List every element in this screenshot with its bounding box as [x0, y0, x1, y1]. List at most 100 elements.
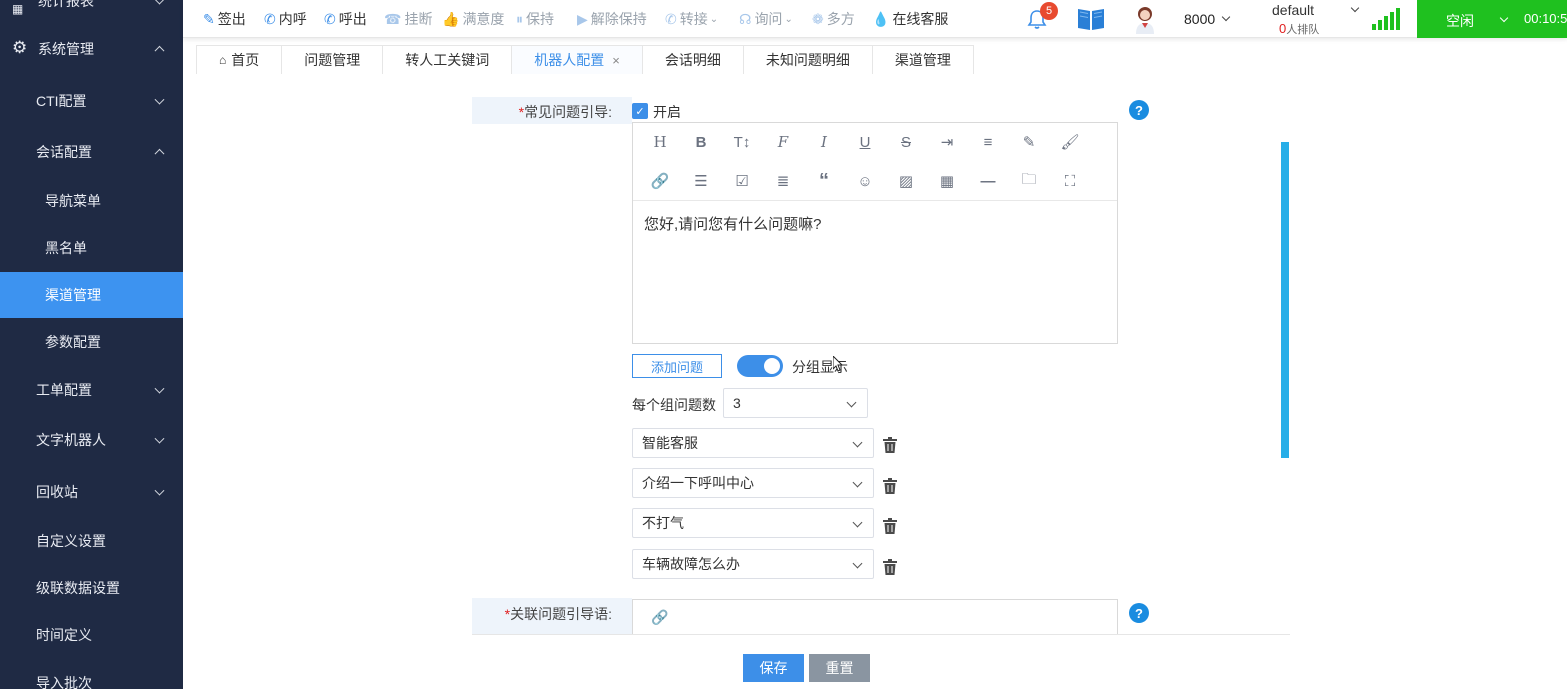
- chevron-up-icon: [154, 45, 165, 56]
- sidebar-item-channel[interactable]: 渠道管理: [0, 272, 183, 318]
- sidebar-item-label: 文字机器人: [36, 432, 106, 448]
- tab-robot-config[interactable]: 机器人配置 ×: [511, 45, 643, 74]
- enable-checkbox[interactable]: ✓: [632, 103, 648, 119]
- italic-icon[interactable]: I: [812, 130, 836, 154]
- emoji-icon[interactable]: ☺: [853, 169, 877, 193]
- phone-icon: ✆: [264, 10, 276, 27]
- tab-channel-manage[interactable]: 渠道管理: [871, 45, 974, 74]
- tab-session-detail[interactable]: 会话明细: [641, 45, 744, 74]
- group-display-switch[interactable]: [737, 355, 783, 377]
- reset-button[interactable]: 重置: [809, 654, 870, 682]
- list-icon[interactable]: ☰: [689, 169, 713, 193]
- consult-button[interactable]: ☊ 询问 ⌄: [739, 10, 793, 28]
- editor-content[interactable]: 您好,请问您有什么问题嘛?: [644, 213, 822, 234]
- sidebar-item-text-robot[interactable]: 文字机器人: [0, 417, 183, 463]
- tab-home[interactable]: ⌂ 首页: [196, 45, 283, 74]
- chevron-down-icon: [154, 485, 165, 496]
- mouse-cursor-icon: [833, 356, 843, 372]
- heading-icon[interactable]: H: [648, 130, 672, 154]
- sidebar-item-custom[interactable]: 自定义设置: [0, 518, 183, 564]
- per-group-select[interactable]: 3: [723, 388, 868, 418]
- unhold-button[interactable]: ▶ 解除保持: [577, 10, 647, 28]
- agent-status-select[interactable]: 空闲 00:10:5: [1417, 0, 1567, 38]
- online-service-button[interactable]: 💧 在线客服: [872, 10, 948, 28]
- table-icon[interactable]: ▦: [935, 169, 959, 193]
- related-guide-editor[interactable]: 🔗: [632, 599, 1118, 635]
- save-button[interactable]: 保存: [743, 654, 804, 682]
- help-icon[interactable]: ?: [1129, 603, 1149, 623]
- sidebar-item-cti[interactable]: CTI配置: [0, 78, 183, 124]
- sign-out-button[interactable]: ✎ 签出: [203, 10, 246, 28]
- sidebar-item-label: 自定义设置: [36, 533, 106, 549]
- divider-icon[interactable]: —: [976, 169, 1000, 193]
- tab-question-manage[interactable]: 问题管理: [281, 45, 384, 74]
- help-icon[interactable]: ?: [1129, 100, 1149, 120]
- sidebar-item-cascade[interactable]: 级联数据设置: [0, 565, 183, 611]
- transfer-button[interactable]: ✆ 转接 ⌄: [665, 10, 718, 28]
- chevron-down-icon: [154, 433, 165, 444]
- font-color-icon[interactable]: ✎: [1017, 130, 1041, 154]
- sidebar-item-blacklist[interactable]: 黑名单: [0, 225, 183, 271]
- line-height-icon[interactable]: ≡: [976, 130, 1000, 154]
- link-icon[interactable]: 🔗: [648, 169, 672, 193]
- sidebar-item-label: 黑名单: [45, 240, 87, 256]
- hold-button[interactable]: ⏸ 保持: [516, 10, 554, 28]
- strikethrough-icon[interactable]: S: [894, 130, 918, 154]
- home-icon: ⌂: [219, 53, 227, 67]
- question-select[interactable]: 不打气: [632, 508, 874, 538]
- align-icon[interactable]: ≣: [771, 169, 795, 193]
- bold-icon[interactable]: B: [689, 130, 713, 154]
- hangup-icon: ☎: [384, 10, 402, 27]
- call-timer: 00:10:5: [1524, 11, 1567, 26]
- link-icon[interactable]: 🔗: [651, 609, 668, 626]
- fullscreen-icon[interactable]: ⛶: [1058, 169, 1082, 193]
- thumbs-up-icon: 👍: [442, 10, 460, 27]
- trash-icon[interactable]: [883, 478, 897, 494]
- sidebar-item-params[interactable]: 参数配置: [0, 319, 183, 365]
- group-icon: ❁: [812, 10, 824, 27]
- question-select[interactable]: 介绍一下呼叫中心: [632, 468, 874, 498]
- add-question-button[interactable]: 添加问题: [632, 354, 722, 378]
- sidebar-item-label: 会话配置: [36, 144, 92, 160]
- trash-icon[interactable]: [883, 559, 897, 575]
- quote-icon[interactable]: “: [812, 169, 836, 193]
- top-toolbar: ✎ 签出 ✆ 内呼 ✆ 呼出 ☎ 挂断 👍 满意度 ⏸ 保持 ▶ 解除保持 ✆ 转接 ⌄ ☊ 询问 ⌄…: [183, 0, 1567, 38]
- todo-icon[interactable]: ☑: [730, 169, 754, 193]
- sidebar-item-recycle[interactable]: 回收站: [0, 469, 183, 515]
- chevron-down-icon: [852, 477, 863, 488]
- notification-badge: 5: [1040, 2, 1058, 20]
- sidebar-item-system[interactable]: ⚙ 系统管理: [0, 26, 183, 72]
- sidebar-item-import[interactable]: 导入批次: [0, 660, 183, 689]
- trash-icon[interactable]: [883, 437, 897, 453]
- scrollbar[interactable]: [1281, 142, 1289, 458]
- internal-call-button[interactable]: ✆ 内呼: [264, 10, 307, 28]
- avatar[interactable]: [1133, 4, 1157, 34]
- sidebar-item-label: 系统管理: [38, 41, 94, 57]
- question-select[interactable]: 车辆故障怎么办: [632, 549, 874, 579]
- outbound-call-button[interactable]: ✆ 呼出: [324, 10, 367, 28]
- hangup-button[interactable]: ☎ 挂断: [384, 10, 432, 28]
- book-icon[interactable]: [1076, 6, 1106, 32]
- close-icon[interactable]: ×: [612, 53, 620, 68]
- sidebar-item-stats[interactable]: ▦ 统计报表: [0, 0, 183, 24]
- font-family-icon[interactable]: F: [771, 130, 795, 154]
- indent-icon[interactable]: ⇥: [935, 130, 959, 154]
- sidebar-item-ticket[interactable]: 工单配置: [0, 367, 183, 413]
- tab-transfer-keywords[interactable]: 转人工关键词: [382, 45, 513, 74]
- font-size-icon[interactable]: T↕: [730, 130, 754, 154]
- tab-unknown-question[interactable]: 未知问题明细: [742, 45, 873, 74]
- satisfaction-button[interactable]: 👍 满意度: [442, 10, 504, 28]
- folder-icon[interactable]: 🗀: [1017, 169, 1041, 193]
- conference-button[interactable]: ❁ 多方: [812, 10, 855, 28]
- sidebar: ▦ 统计报表 ⚙ 系统管理 CTI配置 会话配置 导航菜单 黑名单 渠道管理 参…: [0, 0, 183, 689]
- extension-select[interactable]: 8000: [1184, 11, 1231, 27]
- queue-select[interactable]: default: [1272, 2, 1360, 18]
- question-select[interactable]: 智能客服: [632, 428, 874, 458]
- underline-icon[interactable]: U: [853, 130, 877, 154]
- trash-icon[interactable]: [883, 518, 897, 534]
- background-color-icon[interactable]: 🖌: [1058, 130, 1082, 154]
- sidebar-item-session[interactable]: 会话配置: [0, 129, 183, 175]
- sidebar-item-time[interactable]: 时间定义: [0, 612, 183, 658]
- sidebar-item-nav-menu[interactable]: 导航菜单: [0, 178, 183, 224]
- image-icon[interactable]: ▨: [894, 169, 918, 193]
